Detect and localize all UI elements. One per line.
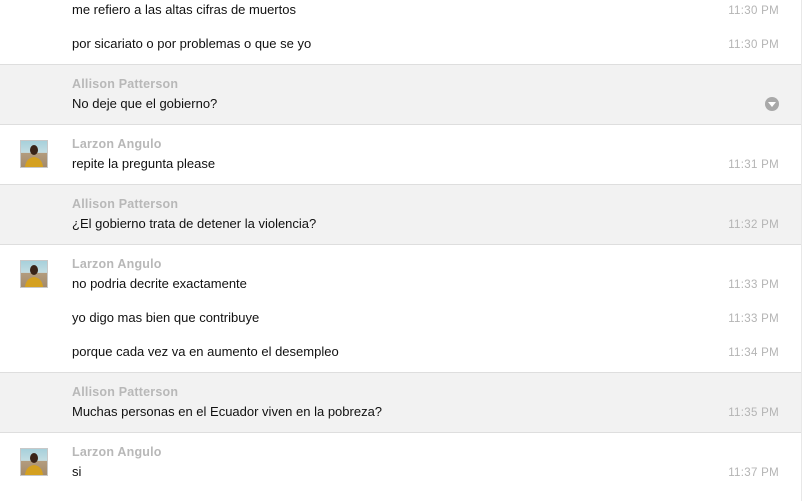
sender-name: Larzon Angulo xyxy=(72,137,162,151)
message-line: por sicariato o por problemas o que se y… xyxy=(0,34,801,54)
message-timestamp: 11:37 PM xyxy=(728,467,779,479)
message-timestamp: 11:35 PM xyxy=(728,407,779,419)
message-text: por sicariato o por problemas o que se y… xyxy=(72,36,312,51)
message-line: No deje que el gobierno? xyxy=(0,94,801,114)
message-timestamp: 11:32 PM xyxy=(728,219,779,231)
message-group: Larzon Angulo si 11:37 PM xyxy=(0,432,801,502)
message-line: no podria decrite exactamente 11:33 PM xyxy=(0,274,801,294)
message-group: Larzon Angulo repite la pregunta please … xyxy=(0,124,801,185)
message-timestamp: 11:30 PM xyxy=(728,5,779,17)
message-text: No deje que el gobierno? xyxy=(72,96,218,111)
message-group: me refiero a las altas cifras de muertos… xyxy=(0,0,801,64)
message-line: yo digo mas bien que contribuye 11:33 PM xyxy=(0,308,801,328)
message-group: Allison Patterson ¿El gobierno trata de … xyxy=(0,184,801,245)
chevron-down-icon[interactable] xyxy=(765,97,779,111)
message-line: repite la pregunta please 11:31 PM xyxy=(0,154,801,174)
sender-name: Larzon Angulo xyxy=(72,257,162,271)
message-timestamp: 11:33 PM xyxy=(728,313,779,325)
sender-name: Larzon Angulo xyxy=(72,445,162,459)
sender-name: Allison Patterson xyxy=(72,385,179,399)
message-text: Muchas personas en el Ecuador viven en l… xyxy=(72,404,383,419)
message-text: si xyxy=(72,464,82,479)
message-line: Muchas personas en el Ecuador viven en l… xyxy=(0,402,801,422)
message-text: me refiero a las altas cifras de muertos xyxy=(72,2,296,17)
message-text: repite la pregunta please xyxy=(72,156,216,171)
message-text: no podria decrite exactamente xyxy=(72,276,247,291)
message-group: Allison Patterson Muchas personas en el … xyxy=(0,372,801,433)
sender-name: Allison Patterson xyxy=(72,197,179,211)
sender-name: Allison Patterson xyxy=(72,77,179,91)
message-line: porque cada vez va en aumento el desempl… xyxy=(0,342,801,362)
message-text: ¿El gobierno trata de detener la violenc… xyxy=(72,216,317,231)
message-group: Allison Patterson No deje que el gobiern… xyxy=(0,64,801,125)
scrollbar[interactable] xyxy=(801,0,805,501)
message-timestamp: 11:30 PM xyxy=(728,39,779,51)
message-timestamp: 11:34 PM xyxy=(728,347,779,359)
message-timestamp: 11:33 PM xyxy=(728,279,779,291)
message-timestamp: 11:31 PM xyxy=(728,159,779,171)
message-text: yo digo mas bien que contribuye xyxy=(72,310,260,325)
message-line: me refiero a las altas cifras de muertos… xyxy=(0,0,801,20)
message-group: Larzon Angulo no podria decrite exactame… xyxy=(0,244,801,373)
message-line: ¿El gobierno trata de detener la violenc… xyxy=(0,214,801,234)
message-text: porque cada vez va en aumento el desempl… xyxy=(72,344,339,359)
message-line: si 11:37 PM xyxy=(0,462,801,482)
